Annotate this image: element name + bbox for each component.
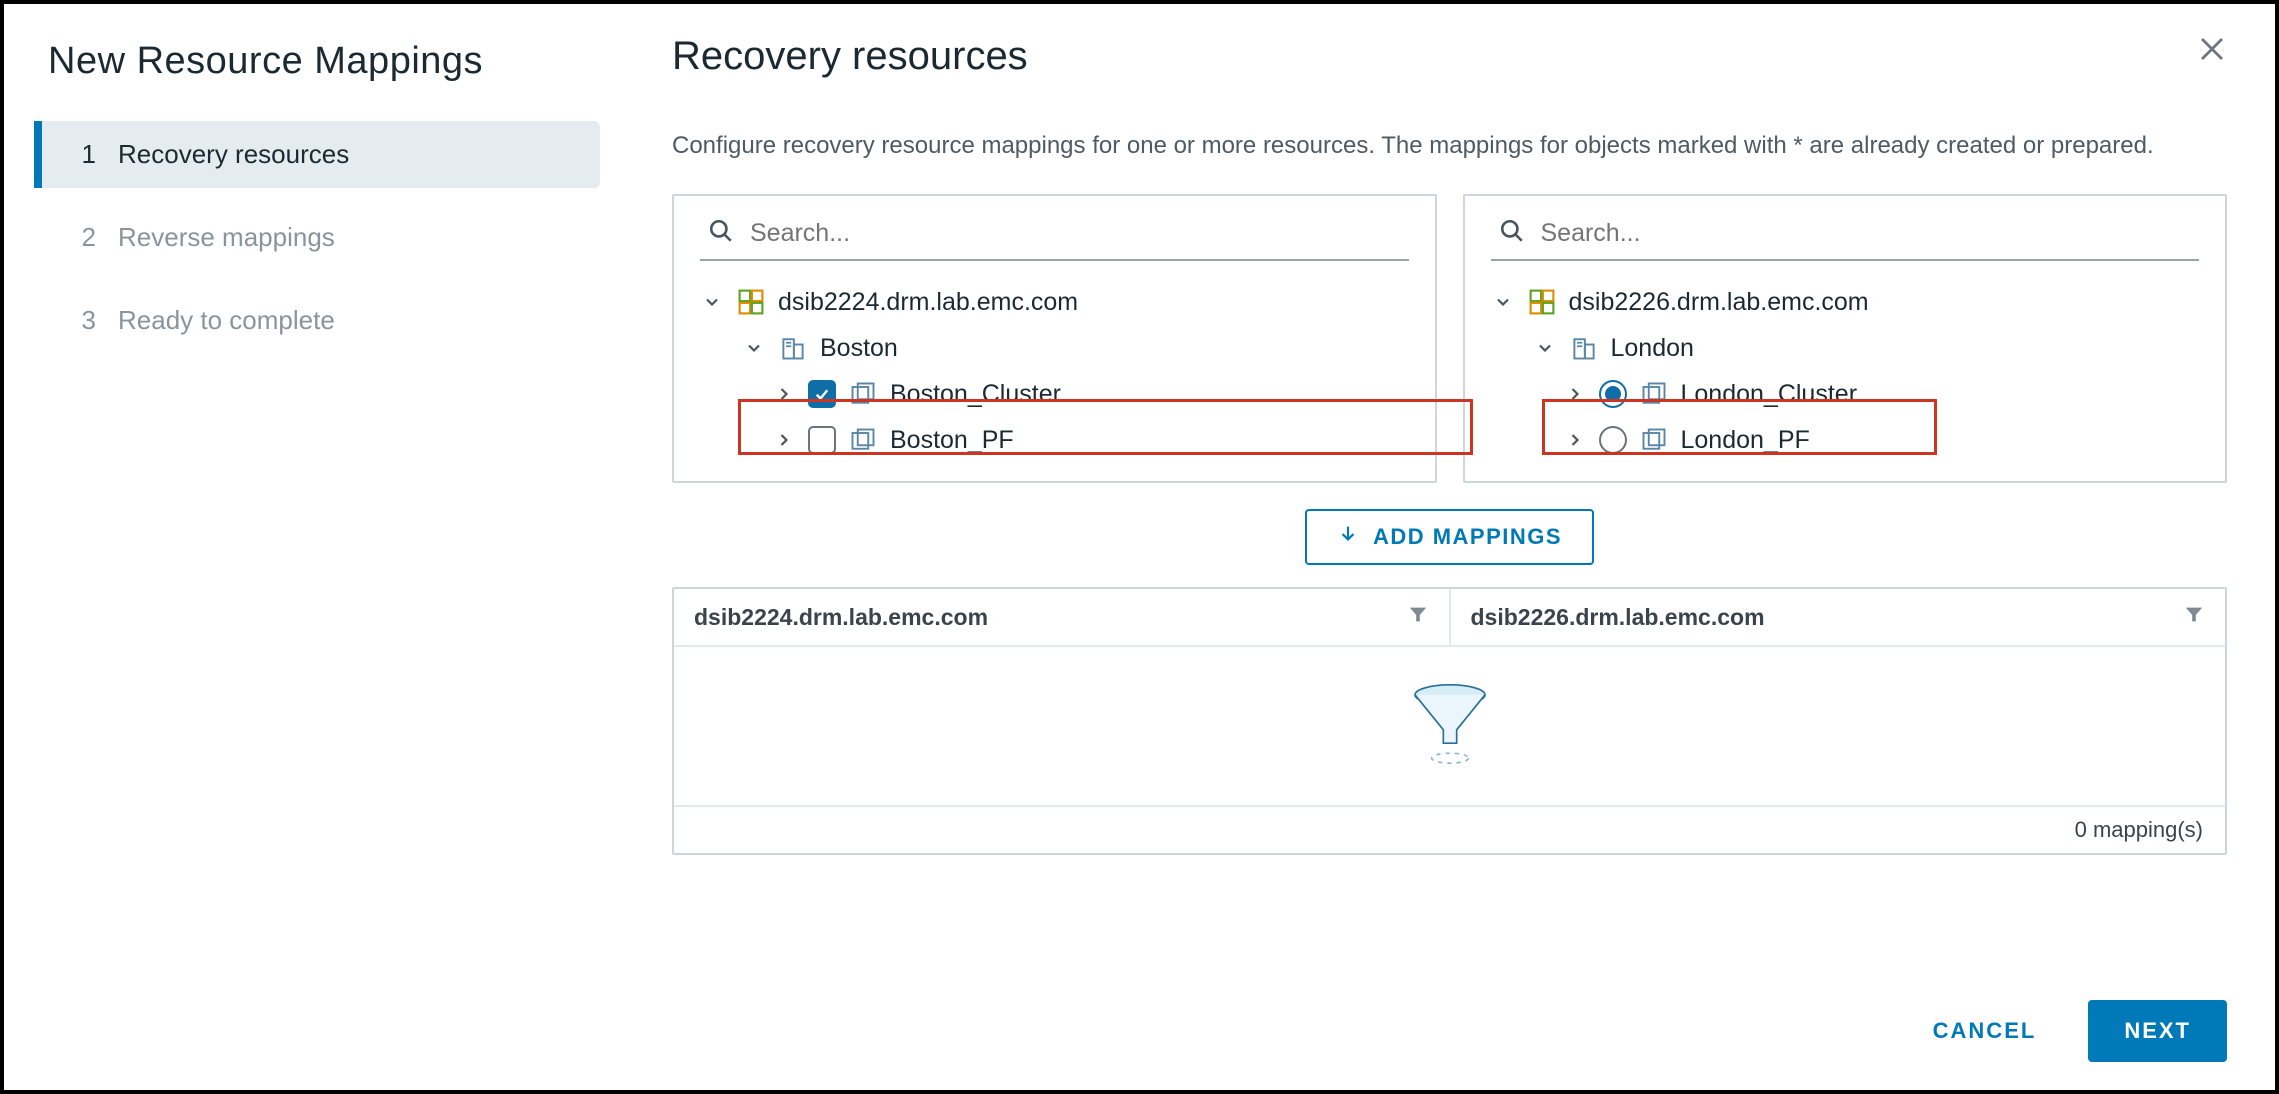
wizard-sidebar: New Resource Mappings 1 Recovery resourc… xyxy=(4,4,624,1090)
datacenter-label: London xyxy=(1611,334,1694,363)
step-number: 1 xyxy=(74,139,96,170)
arrow-down-icon xyxy=(1337,523,1359,551)
cluster-label: London_Cluster xyxy=(1681,380,1858,409)
cluster-label: Boston_PF xyxy=(890,426,1014,455)
step-reverse-mappings[interactable]: 2 Reverse mappings xyxy=(34,204,624,271)
chevron-right-icon[interactable] xyxy=(1563,428,1587,452)
target-search[interactable] xyxy=(1491,218,2200,261)
add-mappings-button[interactable]: ADD MAPPINGS xyxy=(1305,509,1594,565)
mappings-table: dsib2224.drm.lab.emc.com dsib2226.drm.la… xyxy=(672,587,2227,855)
step-number: 3 xyxy=(74,305,96,336)
page-title: Recovery resources xyxy=(672,34,1028,79)
chevron-down-icon[interactable] xyxy=(700,290,724,314)
vcenter-icon xyxy=(736,287,766,317)
cluster-icon xyxy=(848,379,878,409)
tree-node-cluster[interactable]: Boston_Cluster xyxy=(700,371,1409,417)
next-button[interactable]: NEXT xyxy=(2088,1000,2227,1062)
target-resource-panel: dsib2226.drm.lab.emc.com London xyxy=(1463,194,2228,483)
chevron-right-icon[interactable] xyxy=(772,428,796,452)
tree-node-datacenter[interactable]: Boston xyxy=(700,325,1409,371)
step-label: Reverse mappings xyxy=(118,222,335,253)
datacenter-label: Boston xyxy=(820,334,898,363)
cluster-radio[interactable] xyxy=(1599,380,1627,408)
source-search-input[interactable] xyxy=(748,218,1405,249)
step-label: Recovery resources xyxy=(118,139,349,170)
sidebar-title: New Resource Mappings xyxy=(4,40,624,121)
cluster-checkbox[interactable] xyxy=(808,426,836,454)
mappings-count: 0 mapping(s) xyxy=(2075,817,2203,843)
step-number: 2 xyxy=(74,222,96,253)
new-resource-mappings-dialog: New Resource Mappings 1 Recovery resourc… xyxy=(0,0,2279,1094)
chevron-down-icon[interactable] xyxy=(1533,336,1557,360)
tree-node-datacenter[interactable]: London xyxy=(1491,325,2200,371)
page-description: Configure recovery resource mappings for… xyxy=(672,127,2227,164)
cancel-button[interactable]: CANCEL xyxy=(1909,1002,2061,1060)
target-search-input[interactable] xyxy=(1539,218,2196,249)
tree-node-cluster[interactable]: London_Cluster xyxy=(1491,371,2200,417)
filter-icon[interactable] xyxy=(2183,603,2205,631)
vcenter-label: dsib2224.drm.lab.emc.com xyxy=(778,288,1078,317)
datacenter-icon xyxy=(1569,333,1599,363)
filter-icon[interactable] xyxy=(1407,603,1429,631)
tree-node-vcenter[interactable]: dsib2224.drm.lab.emc.com xyxy=(700,279,1409,325)
tree-node-cluster[interactable]: Boston_PF xyxy=(700,417,1409,463)
chevron-right-icon[interactable] xyxy=(772,382,796,406)
vcenter-icon xyxy=(1527,287,1557,317)
dialog-footer: CANCEL NEXT xyxy=(672,970,2227,1062)
tree-node-cluster[interactable]: London_PF xyxy=(1491,417,2200,463)
step-recovery-resources[interactable]: 1 Recovery resources xyxy=(34,121,600,188)
datacenter-icon xyxy=(778,333,808,363)
search-icon xyxy=(708,218,734,249)
source-search[interactable] xyxy=(700,218,1409,261)
table-col-target[interactable]: dsib2226.drm.lab.emc.com xyxy=(1449,589,2226,645)
vcenter-label: dsib2226.drm.lab.emc.com xyxy=(1569,288,1869,317)
step-ready-to-complete[interactable]: 3 Ready to complete xyxy=(34,287,624,354)
cluster-checkbox[interactable] xyxy=(808,380,836,408)
chevron-right-icon[interactable] xyxy=(1563,382,1587,406)
step-label: Ready to complete xyxy=(118,305,335,336)
table-col-source[interactable]: dsib2224.drm.lab.emc.com xyxy=(674,589,1449,645)
tree-node-vcenter[interactable]: dsib2226.drm.lab.emc.com xyxy=(1491,279,2200,325)
empty-mappings-body xyxy=(674,647,2225,807)
table-col-label: dsib2226.drm.lab.emc.com xyxy=(1471,604,1765,631)
cluster-label: London_PF xyxy=(1681,426,1810,455)
add-mappings-label: ADD MAPPINGS xyxy=(1373,524,1562,550)
close-icon[interactable] xyxy=(2197,34,2227,69)
wizard-content: Recovery resources Configure recovery re… xyxy=(624,4,2275,1090)
cluster-icon xyxy=(1639,379,1669,409)
source-resource-panel: dsib2224.drm.lab.emc.com Boston xyxy=(672,194,1437,483)
funnel-empty-icon xyxy=(1400,678,1500,775)
cluster-radio[interactable] xyxy=(1599,426,1627,454)
cluster-icon xyxy=(848,425,878,455)
search-icon xyxy=(1499,218,1525,249)
cluster-icon xyxy=(1639,425,1669,455)
table-col-label: dsib2224.drm.lab.emc.com xyxy=(694,604,988,631)
cluster-label: Boston_Cluster xyxy=(890,380,1061,409)
chevron-down-icon[interactable] xyxy=(1491,290,1515,314)
chevron-down-icon[interactable] xyxy=(742,336,766,360)
